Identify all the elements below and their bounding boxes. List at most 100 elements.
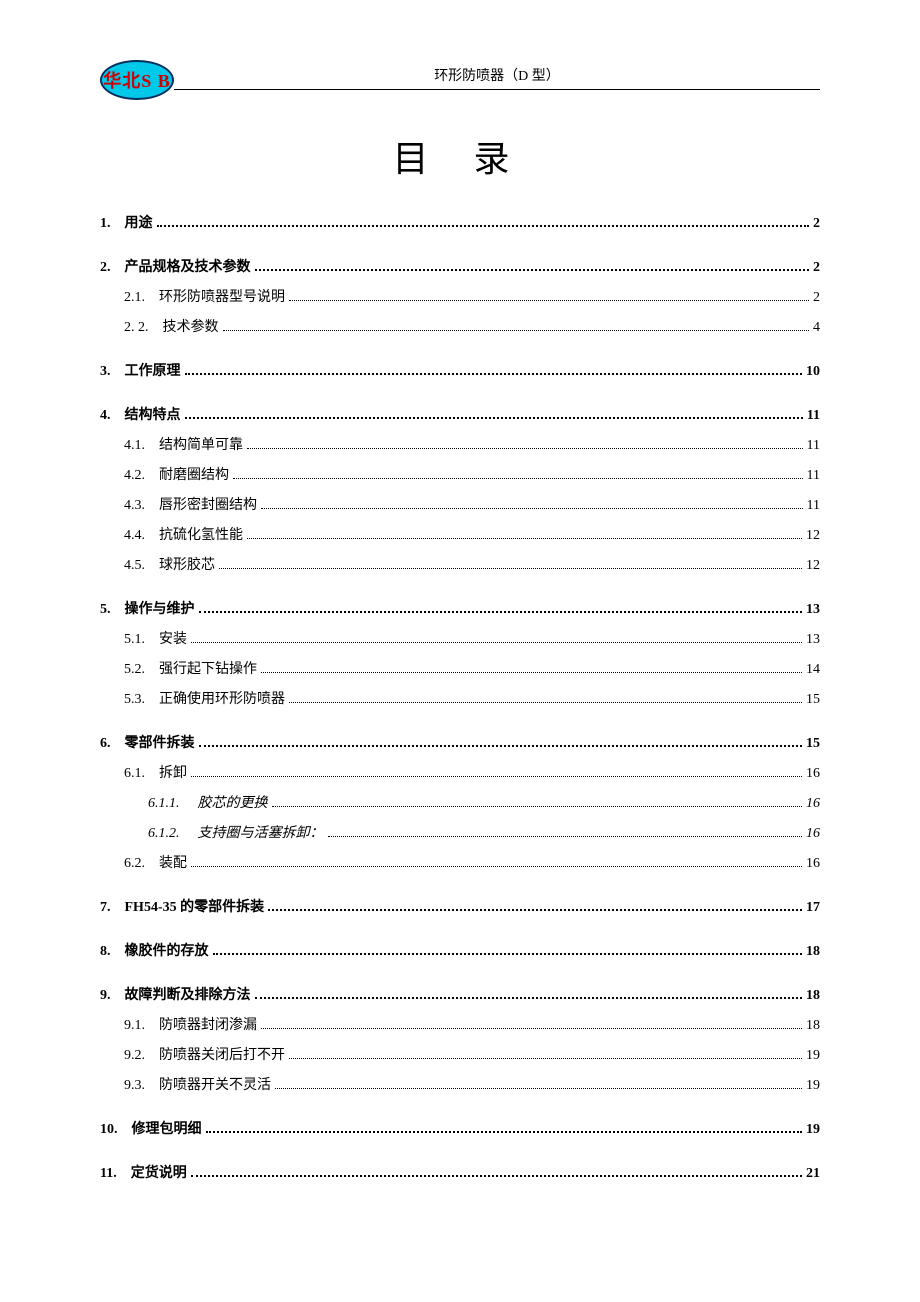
toc-leader-dots bbox=[191, 1175, 802, 1177]
toc-leader-dots bbox=[289, 300, 809, 301]
toc-entry[interactable]: 2. 2.技术参数4 bbox=[100, 316, 820, 336]
toc-entry-page: 11 bbox=[807, 408, 820, 424]
toc-entry[interactable]: 4.5.球形胶芯12 bbox=[100, 554, 820, 574]
toc-entry[interactable]: 9.2.防喷器关闭后打不开19 bbox=[100, 1044, 820, 1064]
toc-entry-text: 产品规格及技术参数 bbox=[125, 256, 251, 276]
toc-entry-text: 防喷器开关不灵活 bbox=[159, 1074, 271, 1094]
toc-entry-page: 16 bbox=[806, 856, 820, 872]
toc-entry-number: 1. bbox=[100, 216, 111, 232]
toc-entry-text: 唇形密封圈结构 bbox=[159, 494, 257, 514]
toc-entry-number: 4.5. bbox=[124, 558, 145, 574]
toc-entry-text: 防喷器封闭渗漏 bbox=[159, 1014, 257, 1034]
toc-entry[interactable]: 6.零部件拆装15 bbox=[100, 732, 820, 752]
toc-entry-number: 2.1. bbox=[124, 290, 145, 306]
toc-entry-number: 9.2. bbox=[124, 1048, 145, 1064]
logo: 华北S B bbox=[100, 60, 174, 100]
toc-entry[interactable]: 5.2. 强行起下钻操作 14 bbox=[100, 658, 820, 678]
toc-entry-number: 6. bbox=[100, 736, 111, 752]
toc-entry[interactable]: 6.1.拆卸16 bbox=[100, 762, 820, 782]
toc-entry-number: 7. bbox=[100, 900, 111, 916]
toc-entry-number: 6.1. bbox=[124, 766, 145, 782]
toc-entry-page: 11 bbox=[807, 498, 820, 514]
toc-entry-number: 6.2. bbox=[124, 856, 145, 872]
toc-leader-dots bbox=[206, 1131, 803, 1133]
toc-entry[interactable]: 5.1.安装13 bbox=[100, 628, 820, 648]
toc-entry-text: 胶芯的更换 bbox=[198, 792, 268, 812]
toc-entry-text: 强行起下钻操作 bbox=[159, 658, 257, 678]
toc-entry-number: 4.1. bbox=[124, 438, 145, 454]
toc-leader-dots bbox=[219, 568, 802, 569]
toc-leader-dots bbox=[255, 997, 803, 999]
toc-entry[interactable]: 6.1.2.支持圈与活塞拆卸：16 bbox=[100, 822, 820, 842]
toc-entry-page: 15 bbox=[806, 736, 820, 752]
toc-entry-page: 13 bbox=[806, 602, 820, 618]
toc-entry-page: 13 bbox=[806, 632, 820, 648]
toc-entry[interactable]: 9.1.防喷器封闭渗漏18 bbox=[100, 1014, 820, 1034]
toc-entry-text: 结构简单可靠 bbox=[159, 434, 243, 454]
toc-entry[interactable]: 6.1.1.胶芯的更换16 bbox=[100, 792, 820, 812]
toc-entry-number: 11. bbox=[100, 1166, 117, 1182]
toc-entry-number: 4.4. bbox=[124, 528, 145, 544]
toc-entry-text: 装配 bbox=[159, 852, 187, 872]
toc-entry[interactable]: 4.1.结构简单可靠11 bbox=[100, 434, 820, 454]
toc-entry[interactable]: 2. 产品规格及技术参数 2 bbox=[100, 256, 820, 276]
toc-entry-page: 14 bbox=[806, 662, 820, 678]
toc-entry[interactable]: 4. 结构特点 11 bbox=[100, 404, 820, 424]
toc-leader-dots bbox=[261, 508, 803, 509]
toc-entry-page: 19 bbox=[806, 1078, 820, 1094]
table-of-contents: 1.用途22.产品规格及技术参数22.1.环形防喷器型号说明22. 2.技术参数… bbox=[100, 212, 820, 1182]
toc-entry-page: 2 bbox=[813, 260, 820, 276]
toc-entry-page: 19 bbox=[806, 1048, 820, 1064]
toc-entry-page: 11 bbox=[807, 468, 820, 484]
toc-entry[interactable]: 9.3.防喷器开关不灵活19 bbox=[100, 1074, 820, 1094]
toc-entry-number: 3. bbox=[100, 364, 111, 380]
toc-entry-number: 4.2. bbox=[124, 468, 145, 484]
toc-leader-dots bbox=[199, 611, 803, 613]
toc-leader-dots bbox=[261, 672, 802, 673]
toc-entry-text: 耐磨圈结构 bbox=[159, 464, 229, 484]
toc-entry-page: 4 bbox=[813, 320, 820, 336]
header-rule: 环形防喷器（D 型） bbox=[174, 71, 820, 90]
toc-entry-text: 球形胶芯 bbox=[159, 554, 215, 574]
toc-entry-number: 10. bbox=[100, 1122, 118, 1138]
toc-entry-number: 9. bbox=[100, 988, 111, 1004]
toc-entry-number: 5.1. bbox=[124, 632, 145, 648]
toc-entry[interactable]: 5.操作与维护13 bbox=[100, 598, 820, 618]
toc-entry-page: 19 bbox=[806, 1122, 820, 1138]
toc-entry-text: FH54-35 的零部件拆装 bbox=[125, 896, 265, 916]
toc-leader-dots bbox=[233, 478, 803, 479]
toc-entry[interactable]: 9.故障判断及排除方法18 bbox=[100, 984, 820, 1004]
toc-entry[interactable]: 4.2. 耐磨圈结构 11 bbox=[100, 464, 820, 484]
toc-leader-dots bbox=[223, 330, 810, 331]
toc-entry-text: 工作原理 bbox=[125, 360, 181, 380]
toc-leader-dots bbox=[157, 225, 810, 227]
toc-leader-dots bbox=[247, 448, 803, 449]
toc-entry[interactable]: 6.2. 装配 16 bbox=[100, 852, 820, 872]
toc-entry-number: 5. bbox=[100, 602, 111, 618]
toc-entry-page: 16 bbox=[806, 766, 820, 782]
toc-entry[interactable]: 11.定货说明21 bbox=[100, 1162, 820, 1182]
toc-entry-page: 2 bbox=[813, 216, 820, 232]
toc-entry[interactable]: 2.1.环形防喷器型号说明2 bbox=[100, 286, 820, 306]
toc-entry[interactable]: 1.用途2 bbox=[100, 212, 820, 232]
toc-entry-number: 8. bbox=[100, 944, 111, 960]
toc-entry[interactable]: 7.FH54-35 的零部件拆装17 bbox=[100, 896, 820, 916]
toc-entry-page: 2 bbox=[813, 290, 820, 306]
toc-entry-number: 5.2. bbox=[124, 662, 145, 678]
toc-entry[interactable]: 4.3.唇形密封圈结构11 bbox=[100, 494, 820, 514]
toc-entry-number: 4. bbox=[100, 408, 111, 424]
toc-entry-page: 18 bbox=[806, 988, 820, 1004]
toc-entry[interactable]: 4.4. 抗硫化氢性能 12 bbox=[100, 524, 820, 544]
toc-entry[interactable]: 8.橡胶件的存放18 bbox=[100, 940, 820, 960]
toc-entry-page: 12 bbox=[806, 528, 820, 544]
toc-entry-text: 结构特点 bbox=[125, 404, 181, 424]
toc-entry[interactable]: 10. 修理包明细 19 bbox=[100, 1118, 820, 1138]
toc-leader-dots bbox=[191, 776, 802, 777]
toc-entry-number: 2. bbox=[100, 260, 111, 276]
toc-title: 目 录 bbox=[100, 130, 820, 182]
toc-entry-text: 抗硫化氢性能 bbox=[159, 524, 243, 544]
toc-entry[interactable]: 3.工作原理10 bbox=[100, 360, 820, 380]
toc-entry-text: 修理包明细 bbox=[132, 1118, 202, 1138]
toc-entry-page: 21 bbox=[806, 1166, 820, 1182]
toc-entry[interactable]: 5.3.正确使用环形防喷器15 bbox=[100, 688, 820, 708]
